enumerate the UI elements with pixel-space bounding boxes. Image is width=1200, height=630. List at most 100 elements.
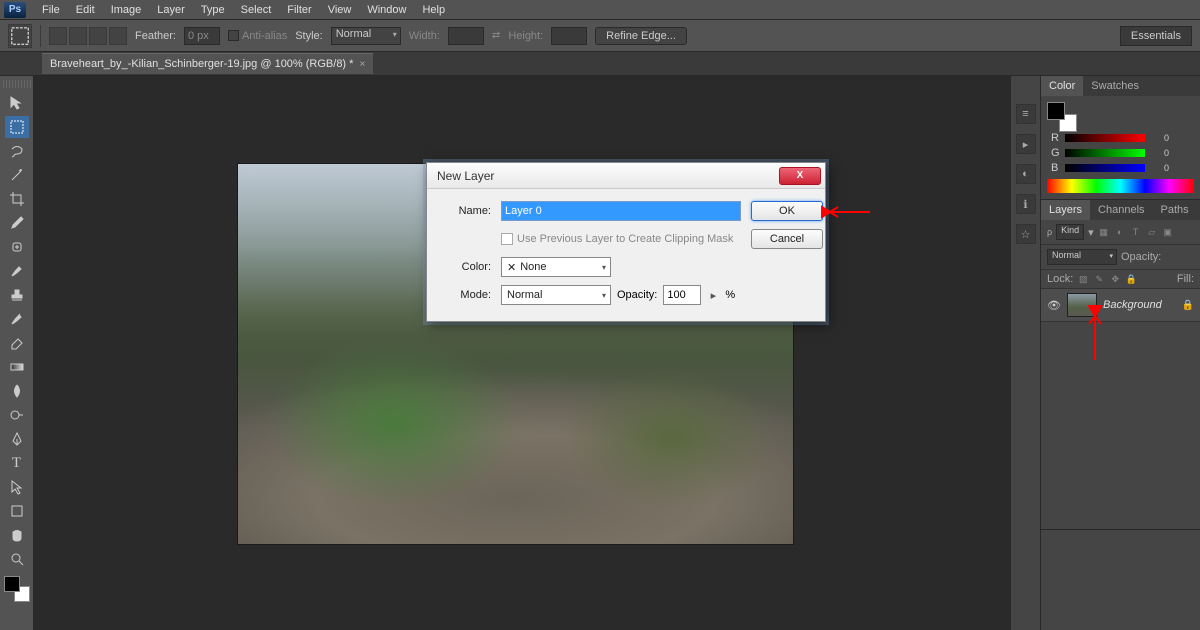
blur-tool[interactable] <box>5 380 29 402</box>
layer-filter-kind[interactable]: Kind <box>1056 224 1084 240</box>
paths-tab[interactable]: Paths <box>1153 200 1197 220</box>
g-value[interactable]: 0 <box>1149 148 1169 158</box>
history-brush-tool[interactable] <box>5 308 29 330</box>
g-slider[interactable] <box>1065 149 1145 157</box>
r-slider[interactable] <box>1065 134 1145 142</box>
lasso-tool[interactable] <box>5 140 29 162</box>
marquee-tool[interactable] <box>5 116 29 138</box>
g-label: G <box>1051 147 1061 159</box>
menu-select[interactable]: Select <box>233 2 280 18</box>
visibility-toggle-icon[interactable]: 👁 <box>1047 299 1061 312</box>
color-tab[interactable]: Color <box>1041 76 1083 96</box>
menu-file[interactable]: File <box>34 2 68 18</box>
lock-all-icon[interactable]: 🔒 <box>1125 273 1137 285</box>
document-tab-bar: Braveheart_by_-Kilian_Schinberger-19.jpg… <box>0 52 1200 76</box>
dialog-titlebar[interactable]: New Layer X <box>427 163 825 189</box>
filter-shape-icon[interactable]: ▱ <box>1146 226 1158 238</box>
move-tool[interactable] <box>5 92 29 114</box>
menu-help[interactable]: Help <box>414 2 453 18</box>
color-panel: Color Swatches R0 G0 B0 <box>1041 76 1200 200</box>
menu-image[interactable]: Image <box>103 2 150 18</box>
layer-name-input[interactable] <box>501 201 741 221</box>
r-value[interactable]: 0 <box>1149 133 1169 143</box>
gradient-tool[interactable] <box>5 356 29 378</box>
channels-tab[interactable]: Channels <box>1090 200 1152 220</box>
b-value[interactable]: 0 <box>1149 163 1169 173</box>
filter-type-icon[interactable]: T <box>1130 226 1142 238</box>
foreground-background-swatch[interactable] <box>4 576 30 602</box>
toolbox-handle[interactable] <box>3 80 31 88</box>
color-select[interactable]: ✕None <box>501 257 611 277</box>
refine-edge-button[interactable]: Refine Edge... <box>595 27 687 45</box>
link-wh-icon[interactable]: ⇄ <box>492 30 500 41</box>
pen-tool[interactable] <box>5 428 29 450</box>
filter-pixel-icon[interactable]: ▦ <box>1098 226 1110 238</box>
hand-tool[interactable] <box>5 524 29 546</box>
healing-brush-tool[interactable] <box>5 236 29 258</box>
b-slider[interactable] <box>1065 164 1145 172</box>
lock-pixels-icon[interactable]: ✎ <box>1093 273 1105 285</box>
actions-panel-icon[interactable]: ▸ <box>1016 134 1036 154</box>
sel-new-icon[interactable] <box>49 27 67 45</box>
menu-window[interactable]: Window <box>359 2 414 18</box>
shape-tool[interactable] <box>5 500 29 522</box>
foreground-color[interactable] <box>4 576 20 592</box>
ok-button[interactable]: OK <box>751 201 823 221</box>
eraser-tool[interactable] <box>5 332 29 354</box>
layers-panel: Layers Channels Paths ρ Kind ▾ ▦ ◐ T ▱ ▣ <box>1041 200 1200 530</box>
color-spectrum[interactable] <box>1047 179 1194 193</box>
menu-edit[interactable]: Edit <box>68 2 103 18</box>
lock-transparency-icon[interactable]: ▨ <box>1077 273 1089 285</box>
info-panel-icon[interactable]: ℹ <box>1016 194 1036 214</box>
layer-lock-icon: 🔒 <box>1182 300 1194 311</box>
menu-type[interactable]: Type <box>193 2 233 18</box>
panels-column: Color Swatches R0 G0 B0 <box>1040 76 1200 630</box>
lock-position-icon[interactable]: ✥ <box>1109 273 1121 285</box>
close-tab-icon[interactable]: × <box>359 59 365 70</box>
name-label: Name: <box>441 205 491 217</box>
opacity-input[interactable] <box>663 285 701 305</box>
sel-add-icon[interactable] <box>69 27 87 45</box>
styles-panel-icon[interactable]: ☆ <box>1016 224 1036 244</box>
filter-smart-icon[interactable]: ▣ <box>1162 226 1174 238</box>
history-panel-icon[interactable]: ≡ <box>1016 104 1036 124</box>
dodge-tool[interactable] <box>5 404 29 426</box>
stamp-tool[interactable] <box>5 284 29 306</box>
clipping-mask-checkbox[interactable]: Use Previous Layer to Create Clipping Ma… <box>501 233 741 245</box>
eyedropper-tool[interactable] <box>5 212 29 234</box>
antialias-option[interactable]: Anti-alias <box>228 30 287 42</box>
sel-intersect-icon[interactable] <box>109 27 127 45</box>
color-fgbg-swatch[interactable] <box>1047 102 1077 132</box>
type-tool[interactable]: T <box>5 452 29 474</box>
layer-row-background[interactable]: 👁 Background 🔒 <box>1041 289 1200 322</box>
blend-mode-select[interactable]: Normal <box>1047 249 1117 265</box>
sel-subtract-icon[interactable] <box>89 27 107 45</box>
workspace-switcher[interactable]: Essentials <box>1120 26 1192 46</box>
layer-name[interactable]: Background <box>1103 299 1162 311</box>
dialog-close-button[interactable]: X <box>779 167 821 185</box>
checkbox-icon[interactable] <box>501 233 513 245</box>
style-select[interactable]: Normal <box>331 27 401 45</box>
layers-tab[interactable]: Layers <box>1041 200 1090 220</box>
mode-select[interactable]: Normal <box>501 285 611 305</box>
filter-adjust-icon[interactable]: ◐ <box>1114 226 1126 238</box>
opacity-spinner-icon[interactable]: ▸ <box>707 289 719 302</box>
current-tool-indicator[interactable] <box>8 24 32 48</box>
document-tab[interactable]: Braveheart_by_-Kilian_Schinberger-19.jpg… <box>42 53 373 74</box>
crop-tool[interactable] <box>5 188 29 210</box>
properties-panel-icon[interactable]: ◐ <box>1016 164 1036 184</box>
path-select-tool[interactable] <box>5 476 29 498</box>
feather-label: Feather: <box>135 30 176 42</box>
brush-tool[interactable] <box>5 260 29 282</box>
menu-view[interactable]: View <box>320 2 360 18</box>
zoom-tool[interactable] <box>5 548 29 570</box>
magic-wand-tool[interactable] <box>5 164 29 186</box>
annotation-arrow-layer <box>1086 306 1104 360</box>
feather-input[interactable] <box>184 27 220 45</box>
menu-layer[interactable]: Layer <box>149 2 193 18</box>
swatches-tab[interactable]: Swatches <box>1083 76 1147 96</box>
cancel-button[interactable]: Cancel <box>751 229 823 249</box>
clipping-mask-label: Use Previous Layer to Create Clipping Ma… <box>517 233 733 245</box>
canvas-area[interactable] <box>34 76 1010 630</box>
menu-filter[interactable]: Filter <box>279 2 319 18</box>
